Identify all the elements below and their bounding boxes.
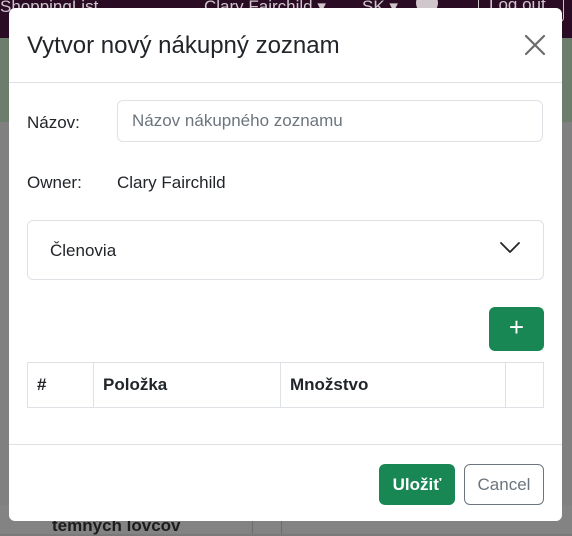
save-button[interactable]: Uložiť (379, 464, 455, 505)
owner-value: Clary Fairchild (117, 173, 226, 192)
column-header-item: Položka (93, 362, 281, 408)
members-label: Členovia (50, 241, 117, 260)
modal-header: Vytvor nový nákupný zoznam (9, 8, 562, 83)
cancel-button[interactable]: Cancel (464, 464, 544, 505)
column-header-actions (505, 362, 544, 408)
close-button[interactable] (522, 32, 548, 58)
close-icon (524, 34, 546, 56)
add-item-button[interactable]: + (489, 307, 544, 351)
chevron-down-icon (500, 242, 520, 253)
create-list-modal: Vytvor nový nákupný zoznam Názov: Owner:… (9, 8, 562, 521)
list-name-input[interactable] (117, 100, 543, 142)
members-accordion[interactable]: Členovia (27, 220, 544, 280)
column-header-number: # (27, 362, 94, 408)
items-table: # Položka Množstvo (27, 362, 544, 408)
name-label: Názov: (27, 113, 80, 132)
modal-title: Vytvor nový nákupný zoznam (27, 32, 340, 59)
plus-icon: + (508, 312, 525, 342)
column-header-quantity: Množstvo (280, 362, 506, 408)
modal-footer: Uložiť Cancel (9, 444, 562, 521)
owner-label: Owner: (27, 173, 82, 192)
table-header-row: # Položka Množstvo (27, 362, 544, 408)
